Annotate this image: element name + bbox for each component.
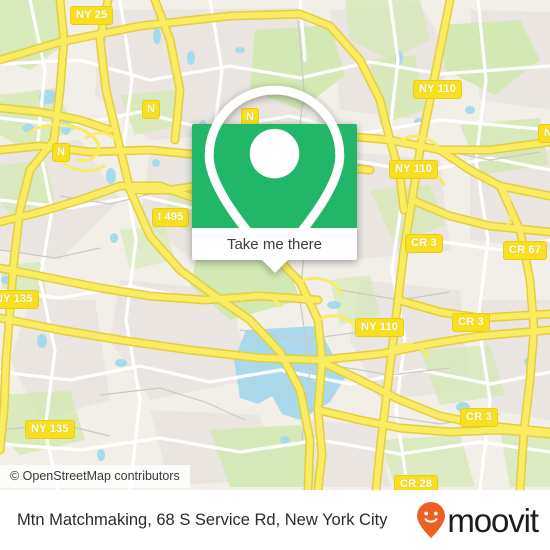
road-shield-cr-3-mid: CR 3 [452, 313, 490, 332]
road-shield-cr-3-bottom: CR 3 [460, 408, 498, 427]
road-shield-ny-110-top: NY 110 [413, 80, 463, 99]
road-shield-cr-28: CR 28 [394, 475, 439, 490]
take-me-there-label: Take me there [226, 235, 323, 253]
road-shield-n-left: N [52, 143, 71, 162]
road-shield-ny-clipped-right: NY 1 [538, 124, 550, 143]
road-shield-i-495: I 495 [152, 208, 190, 227]
road-shield-ny-25: NY 25 [70, 6, 114, 25]
road-shield-ny-135-bottom: NY 135 [25, 420, 75, 439]
osm-attribution[interactable]: © OpenStreetMap contributors [0, 465, 190, 488]
map-pin-icon [204, 85, 345, 267]
moovit-wordmark: moovit [447, 501, 539, 539]
road-shield-cr-3-top: CR 3 [405, 234, 443, 253]
road-shield-ny-135-left: NY 135 [0, 290, 39, 309]
location-callout[interactable]: Take me there [192, 85, 357, 273]
road-shield-ny-110-mid: NY 110 [389, 160, 439, 179]
location-title: Mtn Matchmaking, 68 S Service Rd, New Yo… [17, 510, 388, 529]
road-shield-cr-67: CR 67 [503, 241, 548, 260]
moovit-smiley-pin-icon [417, 502, 446, 538]
callout-pin-panel [192, 85, 357, 267]
moovit-brand[interactable]: moovit [416, 501, 539, 539]
map-page: NY 25 N N N NY 110 NY 110 I 495 NY 1 CR … [0, 0, 550, 550]
map-canvas[interactable]: NY 25 N N N NY 110 NY 110 I 495 NY 1 CR … [0, 0, 550, 490]
road-shield-n-top: N [142, 100, 161, 119]
road-shield-ny-110-bottom: NY 110 [355, 318, 405, 337]
page-footer: Mtn Matchmaking, 68 S Service Rd, New Yo… [0, 490, 550, 550]
